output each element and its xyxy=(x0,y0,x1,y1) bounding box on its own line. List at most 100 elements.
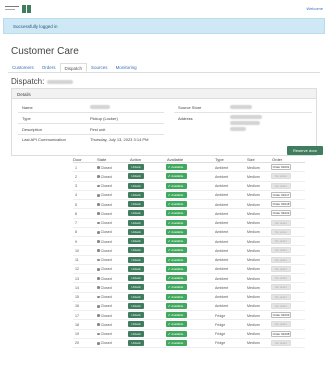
door-size: Medium xyxy=(247,258,260,262)
door-number: 14 xyxy=(75,285,79,290)
door-type: Fridge xyxy=(215,341,226,346)
table-row: 11 Closed Unlock ✔ Available Ambient Medium No… xyxy=(73,256,305,265)
unlock-button[interactable]: Unlock xyxy=(128,164,144,171)
order-button: No order xyxy=(271,256,291,263)
state-dot-icon xyxy=(97,240,100,243)
tab-customers[interactable]: Customers xyxy=(8,63,38,72)
table-row: 17 Closed Unlock ✔ Available Fridge Medium Ord… xyxy=(73,311,305,321)
order-button[interactable]: Order #1001 xyxy=(271,164,291,171)
unlock-button[interactable]: Unlock xyxy=(128,321,144,328)
availability-badge: ✔ Available xyxy=(166,302,187,309)
state-dot-icon xyxy=(97,267,100,271)
door-type: Ambient xyxy=(215,304,229,309)
door-size: Medium xyxy=(247,295,260,299)
unlock-button[interactable]: Unlock xyxy=(128,265,144,272)
door-type: Ambient xyxy=(215,239,229,244)
type-value: Pickup (Locker) xyxy=(90,116,118,121)
unlock-button[interactable]: Unlock xyxy=(128,247,144,254)
door-state: Closed xyxy=(97,332,112,336)
unlock-button[interactable]: Unlock xyxy=(128,275,144,282)
order-button[interactable]: Order #1008 xyxy=(271,330,291,337)
unlock-button[interactable]: Unlock xyxy=(128,219,144,226)
tab-sources[interactable]: Sources xyxy=(87,63,112,72)
door-number: 17 xyxy=(75,313,79,318)
door-type: Ambient xyxy=(215,221,229,225)
door-state: Closed xyxy=(97,341,112,345)
door-state: Closed xyxy=(97,304,112,308)
state-dot-icon xyxy=(97,332,100,336)
availability-badge: ✔ Available xyxy=(166,210,187,217)
user-menu-link[interactable]: Welcome xyxy=(306,6,323,11)
availability-label: Available xyxy=(171,340,184,345)
order-button[interactable]: Order #1017 xyxy=(271,191,291,198)
unlock-button[interactable]: Unlock xyxy=(128,210,144,217)
door-state: Closed xyxy=(97,277,112,281)
door-state: Closed xyxy=(97,193,112,197)
availability-label: Available xyxy=(171,239,184,244)
tab-orders[interactable]: Orders xyxy=(38,63,60,72)
divider xyxy=(174,112,312,113)
last-api-label: Last API Communication xyxy=(22,137,66,142)
state-dot-icon xyxy=(97,314,100,317)
divider xyxy=(18,134,164,135)
success-alert: Successfully logged in xyxy=(3,18,325,34)
unlock-button[interactable]: Unlock xyxy=(128,312,144,319)
column-header-size: Size xyxy=(247,157,255,162)
door-size: Medium xyxy=(247,202,260,207)
details-panel: Details xyxy=(11,88,317,156)
tab-dispatch[interactable]: Dispatch xyxy=(59,63,88,72)
order-button[interactable]: Order #1018 xyxy=(271,201,291,208)
door-type: Ambient xyxy=(215,184,229,188)
door-number: 2 xyxy=(75,174,77,179)
tab-monitoring[interactable]: Monitoring xyxy=(112,63,141,72)
unlock-button[interactable]: Unlock xyxy=(128,256,144,263)
availability-badge: ✔ Available xyxy=(166,312,187,319)
availability-label: Available xyxy=(171,303,184,308)
dispatch-title: Dispatch: xyxy=(11,77,73,86)
order-button[interactable]: Order #1003 xyxy=(271,312,291,319)
door-size: Medium xyxy=(247,267,260,272)
door-state: Closed xyxy=(97,166,112,170)
column-header-action: Action xyxy=(130,157,142,162)
availability-label: Available xyxy=(171,313,184,318)
logo-mark-icon xyxy=(22,5,31,13)
last-api-value: Thursday, July 13, 2023 3:14 PM xyxy=(90,137,149,142)
unlock-button[interactable]: Unlock xyxy=(128,173,144,180)
door-type: Ambient xyxy=(215,285,229,290)
availability-label: Available xyxy=(171,257,184,262)
table-row: 4 Closed Unlock ✔ Available Ambient Medium Ord… xyxy=(73,191,305,200)
door-size: Medium xyxy=(247,184,260,188)
table-row: 12 Closed Unlock ✔ Available Ambient Medium No… xyxy=(73,265,305,274)
table-body: 1 Closed Unlock ✔ Available Ambient Medium Ord… xyxy=(73,163,305,348)
unlock-button[interactable]: Unlock xyxy=(128,191,144,198)
door-state-label: Closed xyxy=(100,211,112,216)
availability-badge: ✔ Available xyxy=(166,284,187,291)
state-dot-icon xyxy=(97,341,100,345)
unlock-button[interactable]: Unlock xyxy=(128,339,144,346)
door-state: Closed xyxy=(97,175,112,179)
name-label: Name xyxy=(22,105,33,110)
door-size: Medium xyxy=(247,239,260,244)
unlock-button[interactable]: Unlock xyxy=(128,238,144,245)
reserve-door-button[interactable]: Reserve door xyxy=(287,146,323,155)
unlock-button[interactable]: Unlock xyxy=(128,330,144,337)
door-size: Medium xyxy=(247,285,260,290)
door-size: Medium xyxy=(247,332,260,336)
availability-badge: ✔ Available xyxy=(166,339,187,346)
door-number: 4 xyxy=(75,193,77,198)
state-dot-icon xyxy=(97,203,100,206)
availability-badge: ✔ Available xyxy=(166,256,187,263)
door-state: Closed xyxy=(97,295,112,299)
unlock-button[interactable]: Unlock xyxy=(128,228,144,235)
door-state: Closed xyxy=(97,267,112,271)
order-button[interactable]: Order #1022 xyxy=(271,210,291,217)
door-number: 13 xyxy=(75,276,79,281)
unlock-button[interactable]: Unlock xyxy=(128,182,144,189)
unlock-button[interactable]: Unlock xyxy=(128,201,144,208)
brand-logo[interactable] xyxy=(5,5,31,13)
state-dot-icon xyxy=(97,277,100,280)
unlock-button[interactable]: Unlock xyxy=(128,302,144,309)
type-label: Type xyxy=(22,116,31,121)
unlock-button[interactable]: Unlock xyxy=(128,293,144,300)
unlock-button[interactable]: Unlock xyxy=(128,284,144,291)
